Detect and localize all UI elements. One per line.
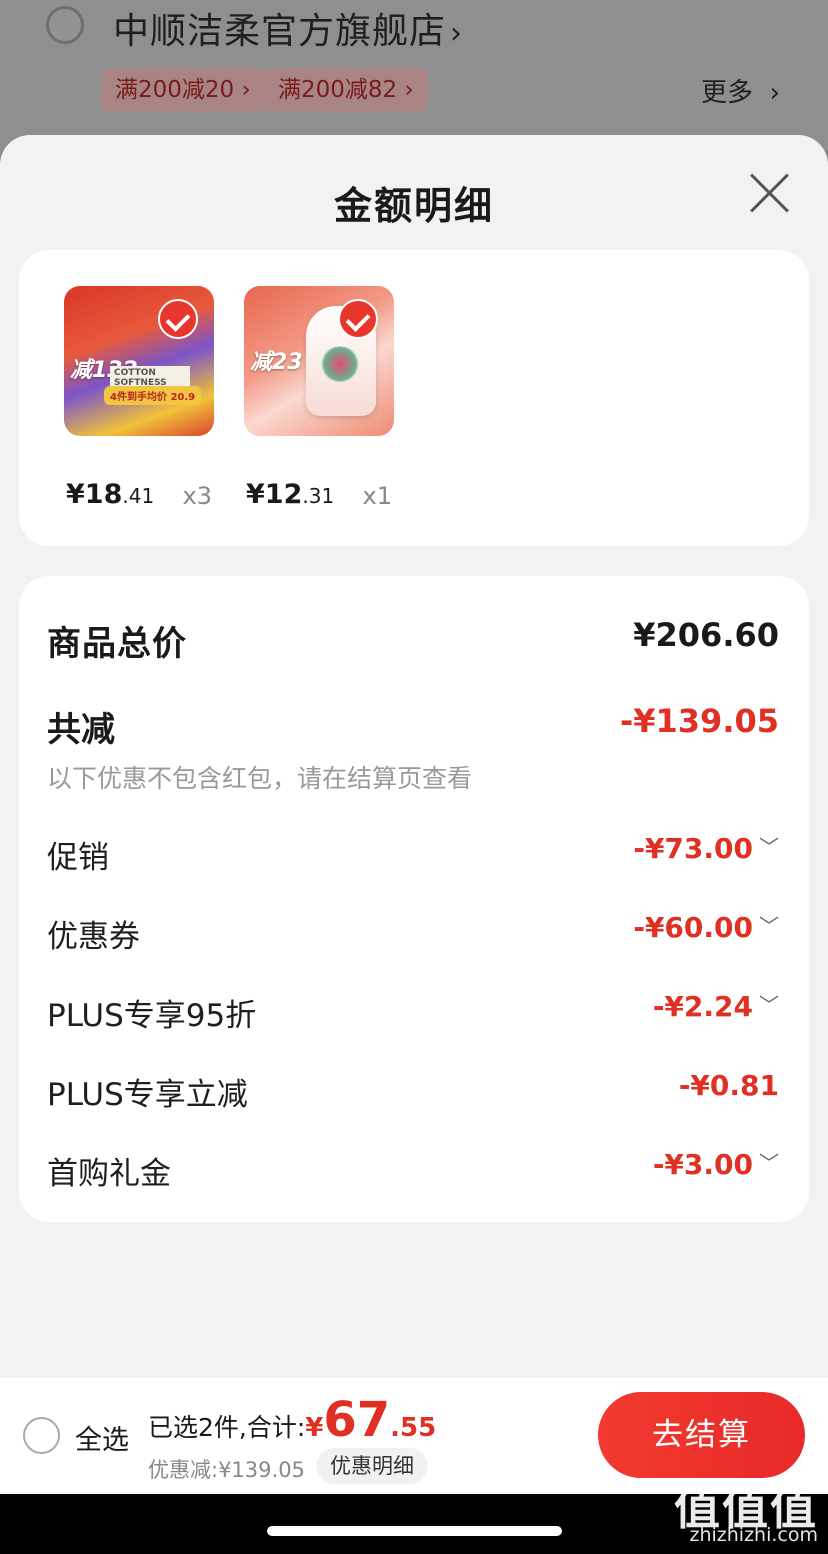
promo-tag-1[interactable]: 满200减20 › xyxy=(101,68,265,112)
product-item-1[interactable]: 减132 COTTON SOFTNESS 4件到手均价 20.9 ¥18.41 … xyxy=(64,286,214,510)
more-promos-link[interactable]: 更多 › xyxy=(701,72,780,109)
chevron-down-icon: ﹀ xyxy=(759,993,779,1017)
sheet-title: 金额明细 xyxy=(333,184,494,228)
total-reduce-label: 共减 xyxy=(47,710,115,750)
promo-tag-2[interactable]: 满200减82 › xyxy=(264,68,428,112)
discount-detail-button[interactable]: 优惠明细 xyxy=(316,1448,428,1484)
select-all-label[interactable]: 全选 xyxy=(75,1418,129,1457)
chevron-down-icon: ﹀ xyxy=(759,1151,779,1175)
product-qty-1: x3 xyxy=(182,482,212,510)
product-price-1: ¥18.41 xyxy=(66,479,155,510)
total-reduce-value: -¥139.05 xyxy=(619,702,779,740)
flower-graphic xyxy=(320,346,360,382)
store-name-link[interactable]: 中顺洁柔官方旗舰店 › xyxy=(113,2,463,54)
checkout-button[interactable]: 去结算 xyxy=(598,1392,805,1478)
red-packet-hint: 以下优惠不包含红包，请在结算页查看 xyxy=(47,764,473,793)
product-item-2[interactable]: 减23 ¥12.31 x1 xyxy=(244,286,394,510)
saved-amount: 优惠减:¥139.05 xyxy=(148,1458,305,1482)
chevron-right-icon: › xyxy=(450,16,464,51)
store-header: 中顺洁柔官方旗舰店 › 满200减20 › 满200减82 › 更多 › xyxy=(0,0,828,150)
store-name: 中顺洁柔官方旗舰店 xyxy=(113,11,447,52)
check-icon xyxy=(158,299,198,339)
select-all-radio[interactable] xyxy=(23,1417,60,1454)
chevron-down-icon: ﹀ xyxy=(759,835,779,859)
amount-breakdown-card: 商品总价 ¥206.60 共减 -¥139.05 以下优惠不包含红包，请在结算页… xyxy=(19,576,809,1222)
store-select-radio[interactable] xyxy=(46,6,84,44)
total-price-label: 商品总价 xyxy=(47,624,187,664)
chevron-down-icon: ﹀ xyxy=(759,914,779,938)
watermark-url: zhizhizhi.com xyxy=(689,1524,818,1546)
total-price-value: ¥206.60 xyxy=(633,616,779,654)
product-image-2: 减23 xyxy=(244,286,394,436)
home-indicator[interactable] xyxy=(267,1526,562,1536)
product-image-2-badge: 减23 xyxy=(250,350,303,375)
amount-detail-sheet: 金额明细 减132 COTTON SOFTNESS 4件到手均价 20.9 ¥1… xyxy=(0,135,828,1554)
close-icon[interactable] xyxy=(748,171,792,215)
selected-total: 已选2件,合计:¥67.55 xyxy=(148,1392,437,1448)
check-icon xyxy=(338,299,378,339)
product-image-1: 减132 COTTON SOFTNESS 4件到手均价 20.9 xyxy=(64,286,214,436)
product-image-1-strip: 4件到手均价 20.9 xyxy=(104,386,202,405)
product-price-2: ¥12.31 xyxy=(246,479,335,510)
product-qty-2: x1 xyxy=(362,482,392,510)
product-thumbnails-card: 减132 COTTON SOFTNESS 4件到手均价 20.9 ¥18.41 … xyxy=(19,250,809,546)
